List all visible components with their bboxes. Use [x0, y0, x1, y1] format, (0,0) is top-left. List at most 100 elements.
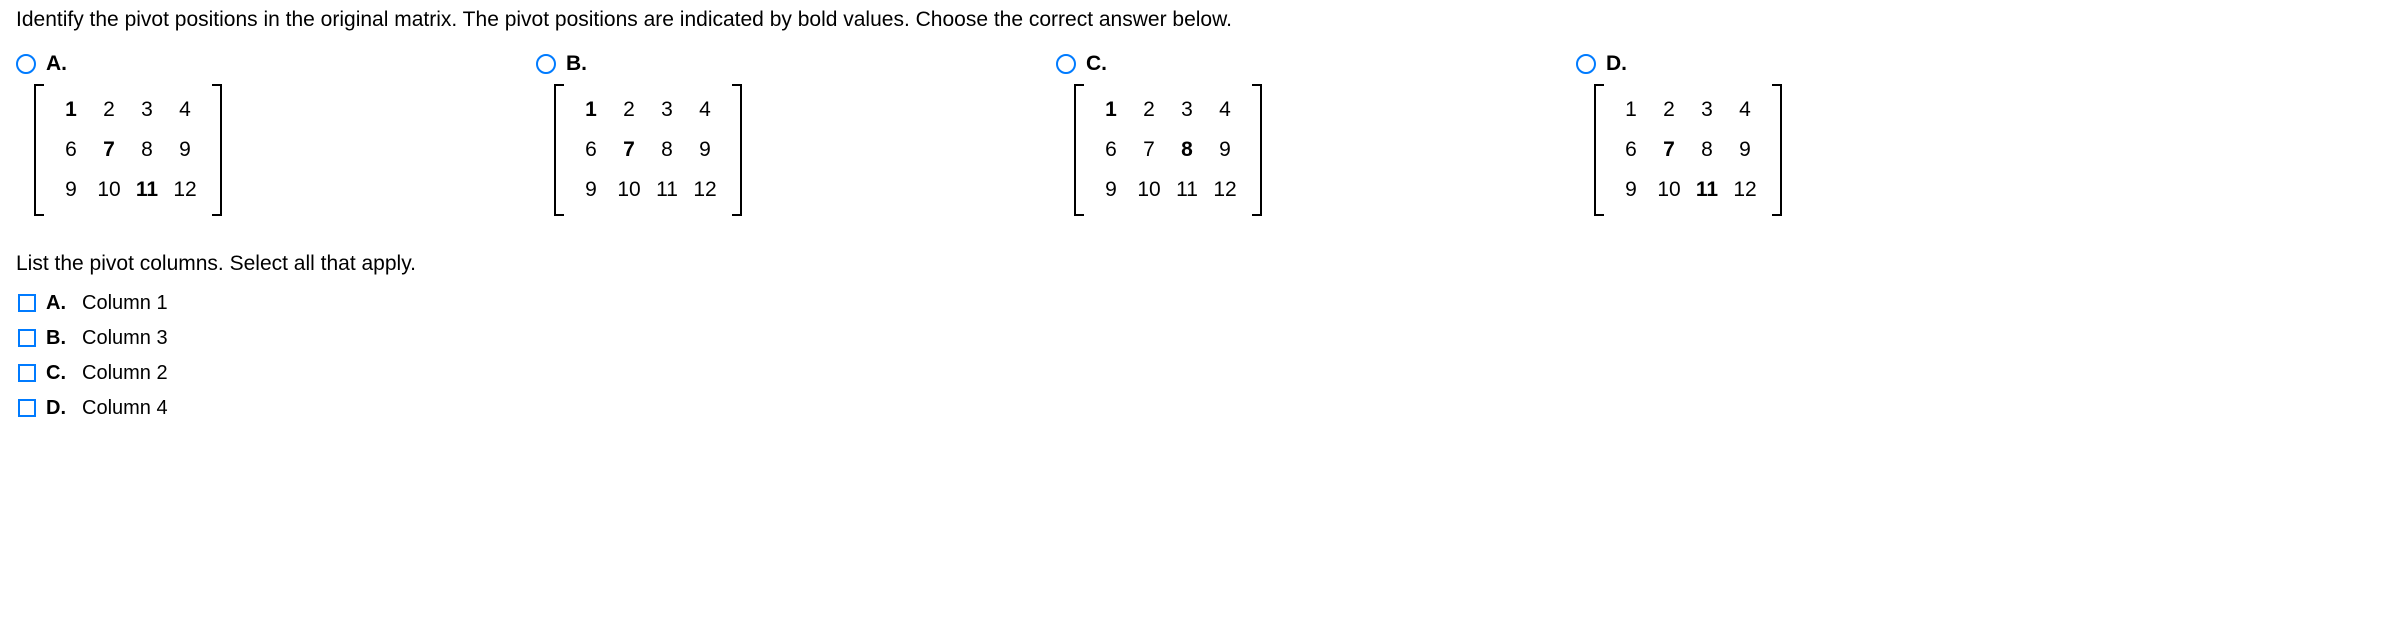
- checkbox-letter: B.: [46, 327, 66, 350]
- matrix-row: 9101112: [572, 170, 724, 210]
- matrix-rows: 123467899101112: [1088, 84, 1248, 216]
- matrix-cell: 11: [648, 170, 686, 210]
- matrix-cell: 4: [166, 90, 204, 130]
- multiple-choice-options: A.123467899101112B.123467899101112C.1234…: [16, 52, 2384, 222]
- matrix-cell: 6: [52, 130, 90, 170]
- bracket-right-icon: [732, 84, 742, 216]
- option-header[interactable]: B.: [536, 52, 1056, 76]
- matrix-cell: 12: [1726, 170, 1764, 210]
- option-header[interactable]: A.: [16, 52, 536, 76]
- checkbox-icon[interactable]: [18, 399, 36, 417]
- option-b: B.123467899101112: [536, 52, 1056, 222]
- matrix-cell: 12: [686, 170, 724, 210]
- radio-button[interactable]: [1576, 54, 1596, 74]
- checkbox-label: Column 3: [82, 327, 168, 350]
- checkbox-option-list: A. Column 1 B. Column 3 C. Column 2 D.Column 4: [18, 292, 2384, 420]
- matrix-cell: 4: [1206, 90, 1244, 130]
- matrix-cell: 6: [1612, 130, 1650, 170]
- checkbox-letter: A.: [46, 292, 66, 315]
- matrix-cell: 9: [1726, 130, 1764, 170]
- matrix-cell: 1: [52, 90, 90, 130]
- matrix-row: 1234: [572, 90, 724, 130]
- matrix-cell: 11: [128, 170, 166, 210]
- option-letter: A.: [46, 52, 67, 76]
- radio-button[interactable]: [1056, 54, 1076, 74]
- option-letter: C.: [1086, 52, 1107, 76]
- matrix-cell: 12: [166, 170, 204, 210]
- bracket-left-icon: [34, 84, 44, 216]
- matrix-rows: 123467899101112: [48, 84, 208, 216]
- matrix-cell: 3: [1688, 90, 1726, 130]
- option-a: A.123467899101112: [16, 52, 536, 222]
- bracket-right-icon: [1252, 84, 1262, 216]
- matrix-rows: 123467899101112: [1608, 84, 1768, 216]
- matrix-cell: 2: [1650, 90, 1688, 130]
- bracket-right-icon: [212, 84, 222, 216]
- matrix-row: 9101112: [1092, 170, 1244, 210]
- option-c: C.123467899101112: [1056, 52, 1576, 222]
- matrix-cell: 9: [1206, 130, 1244, 170]
- matrix-cell: 11: [1168, 170, 1206, 210]
- matrix-row: 6789: [52, 130, 204, 170]
- matrix-cell: 11: [1688, 170, 1726, 210]
- matrix-cell: 1: [572, 90, 610, 130]
- matrix: 123467899101112: [1074, 84, 1262, 216]
- checkbox-letter: C.: [46, 362, 66, 385]
- option-d: D.123467899101112: [1576, 52, 2096, 222]
- matrix-cell: 10: [1130, 170, 1168, 210]
- matrix: 123467899101112: [1594, 84, 1782, 216]
- matrix-cell: 12: [1206, 170, 1244, 210]
- option-letter: D.: [1606, 52, 1627, 76]
- matrix-cell: 9: [1612, 170, 1650, 210]
- matrix-cell: 2: [90, 90, 128, 130]
- matrix-cell: 2: [1130, 90, 1168, 130]
- matrix: 123467899101112: [34, 84, 222, 216]
- checkbox-icon[interactable]: [18, 294, 36, 312]
- matrix-row: 1234: [1092, 90, 1244, 130]
- matrix-cell: 10: [1650, 170, 1688, 210]
- matrix-cell: 9: [166, 130, 204, 170]
- matrix-cell: 1: [1092, 90, 1130, 130]
- matrix-row: 9101112: [1612, 170, 1764, 210]
- checkbox-option[interactable]: C. Column 2: [18, 362, 2384, 385]
- matrix-cell: 7: [1130, 130, 1168, 170]
- matrix-cell: 2: [610, 90, 648, 130]
- matrix-cell: 9: [572, 170, 610, 210]
- checkbox-option[interactable]: A. Column 1: [18, 292, 2384, 315]
- matrix-row: 1234: [52, 90, 204, 130]
- bracket-left-icon: [554, 84, 564, 216]
- matrix-cell: 7: [610, 130, 648, 170]
- bracket-left-icon: [1594, 84, 1604, 216]
- checkbox-label: Column 2: [82, 362, 168, 385]
- checkbox-option[interactable]: D.Column 4: [18, 397, 2384, 420]
- option-letter: B.: [566, 52, 587, 76]
- matrix-row: 6789: [572, 130, 724, 170]
- sub-question-prompt: List the pivot columns. Select all that …: [16, 252, 2384, 276]
- option-header[interactable]: C.: [1056, 52, 1576, 76]
- matrix-cell: 8: [648, 130, 686, 170]
- radio-button[interactable]: [536, 54, 556, 74]
- matrix-cell: 7: [90, 130, 128, 170]
- checkbox-label: Column 1: [82, 292, 168, 315]
- matrix-cell: 9: [52, 170, 90, 210]
- matrix-row: 6789: [1092, 130, 1244, 170]
- radio-button[interactable]: [16, 54, 36, 74]
- matrix-cell: 8: [128, 130, 166, 170]
- matrix-cell: 7: [1650, 130, 1688, 170]
- matrix-cell: 6: [572, 130, 610, 170]
- matrix-cell: 3: [1168, 90, 1206, 130]
- matrix-cell: 9: [1092, 170, 1130, 210]
- matrix-cell: 1: [1612, 90, 1650, 130]
- checkbox-icon[interactable]: [18, 329, 36, 347]
- bracket-left-icon: [1074, 84, 1084, 216]
- question-prompt: Identify the pivot positions in the orig…: [16, 8, 2384, 32]
- matrix-row: 6789: [1612, 130, 1764, 170]
- option-header[interactable]: D.: [1576, 52, 2096, 76]
- bracket-right-icon: [1772, 84, 1782, 216]
- matrix-cell: 10: [610, 170, 648, 210]
- checkbox-option[interactable]: B. Column 3: [18, 327, 2384, 350]
- checkbox-label: Column 4: [82, 397, 168, 420]
- matrix-cell: 8: [1168, 130, 1206, 170]
- checkbox-icon[interactable]: [18, 364, 36, 382]
- matrix-rows: 123467899101112: [568, 84, 728, 216]
